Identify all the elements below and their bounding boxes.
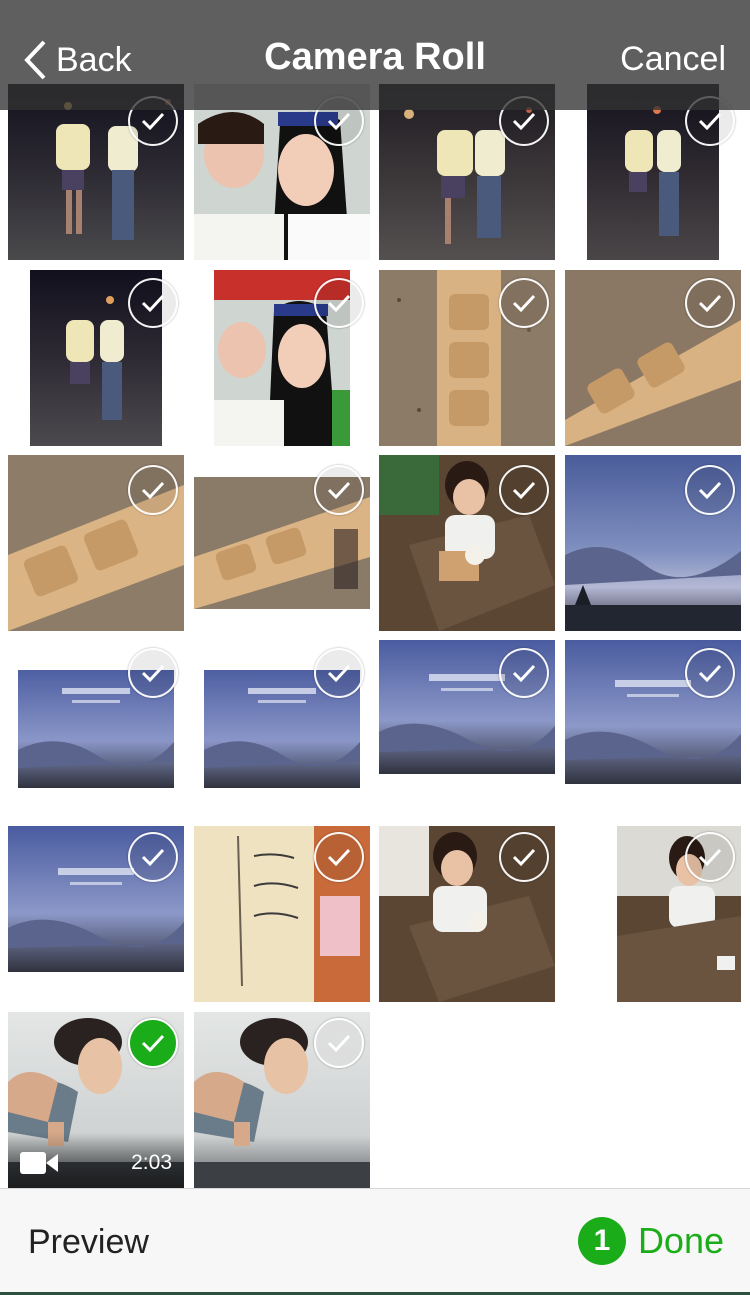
select-checkmark-icon[interactable] bbox=[314, 648, 364, 698]
select-checkmark-icon[interactable] bbox=[128, 278, 178, 328]
video-thumbnail[interactable]: 2:03 bbox=[8, 1012, 184, 1188]
photo-thumbnail[interactable] bbox=[565, 640, 741, 816]
photo-thumbnail[interactable] bbox=[8, 455, 184, 631]
photo-thumbnail bbox=[194, 1012, 370, 1188]
select-checkmark-icon[interactable] bbox=[314, 832, 364, 882]
navigation-bar: Back Camera Roll Cancel bbox=[0, 0, 750, 110]
preview-button[interactable]: Preview bbox=[28, 1223, 149, 1262]
photo-thumbnail[interactable] bbox=[565, 826, 741, 1002]
cancel-button[interactable]: Cancel bbox=[620, 40, 726, 79]
selection-count-badge: 1 bbox=[577, 1217, 626, 1265]
select-checkmark-icon[interactable] bbox=[499, 648, 549, 698]
photo-thumbnail[interactable] bbox=[565, 455, 741, 631]
photo-thumbnail[interactable] bbox=[379, 826, 555, 1002]
select-checkmark-icon[interactable] bbox=[499, 465, 549, 515]
done-button[interactable]: 1 Done bbox=[577, 1217, 724, 1265]
bottom-toolbar: Preview 1 Done bbox=[0, 1188, 750, 1295]
video-duration: 2:03 bbox=[131, 1151, 172, 1174]
select-checkmark-icon[interactable] bbox=[685, 465, 735, 515]
select-checkmark-icon[interactable] bbox=[499, 278, 549, 328]
photo-thumbnail[interactable] bbox=[8, 640, 184, 816]
select-checkmark-icon[interactable] bbox=[128, 832, 178, 882]
photo-thumbnail[interactable] bbox=[8, 270, 184, 446]
photo-thumbnail[interactable] bbox=[379, 84, 555, 260]
select-checkmark-icon[interactable] bbox=[314, 465, 364, 515]
select-checkmark-icon[interactable] bbox=[685, 832, 735, 882]
photo-thumbnail[interactable] bbox=[194, 640, 370, 816]
photo-thumbnail[interactable] bbox=[194, 826, 370, 1002]
select-checkmark-icon[interactable] bbox=[499, 832, 549, 882]
select-checkmark-icon[interactable] bbox=[128, 648, 178, 698]
select-checkmark-icon[interactable] bbox=[314, 278, 364, 328]
photo-thumbnail[interactable] bbox=[565, 84, 741, 260]
select-checkmark-icon[interactable] bbox=[685, 648, 735, 698]
photo-thumbnail[interactable] bbox=[379, 455, 555, 631]
select-checkmark-icon[interactable] bbox=[685, 278, 735, 328]
video-camera-icon bbox=[20, 1150, 72, 1176]
photo-thumbnail[interactable] bbox=[8, 826, 184, 1002]
select-checkmark-icon[interactable] bbox=[128, 465, 178, 515]
disabled-checkmark-icon bbox=[314, 1018, 364, 1068]
photo-thumbnail[interactable] bbox=[379, 270, 555, 446]
photo-thumbnail[interactable] bbox=[194, 455, 370, 631]
selected-checkmark-icon[interactable] bbox=[128, 1018, 178, 1068]
photo-thumbnail[interactable] bbox=[194, 270, 370, 446]
photo-thumbnail[interactable] bbox=[379, 640, 555, 816]
photo-thumbnail[interactable] bbox=[8, 84, 184, 260]
photo-grid: 2:03 bbox=[0, 0, 750, 1190]
photo-thumbnail[interactable] bbox=[194, 84, 370, 260]
done-label: Done bbox=[637, 1220, 724, 1261]
photo-thumbnail[interactable] bbox=[565, 270, 741, 446]
